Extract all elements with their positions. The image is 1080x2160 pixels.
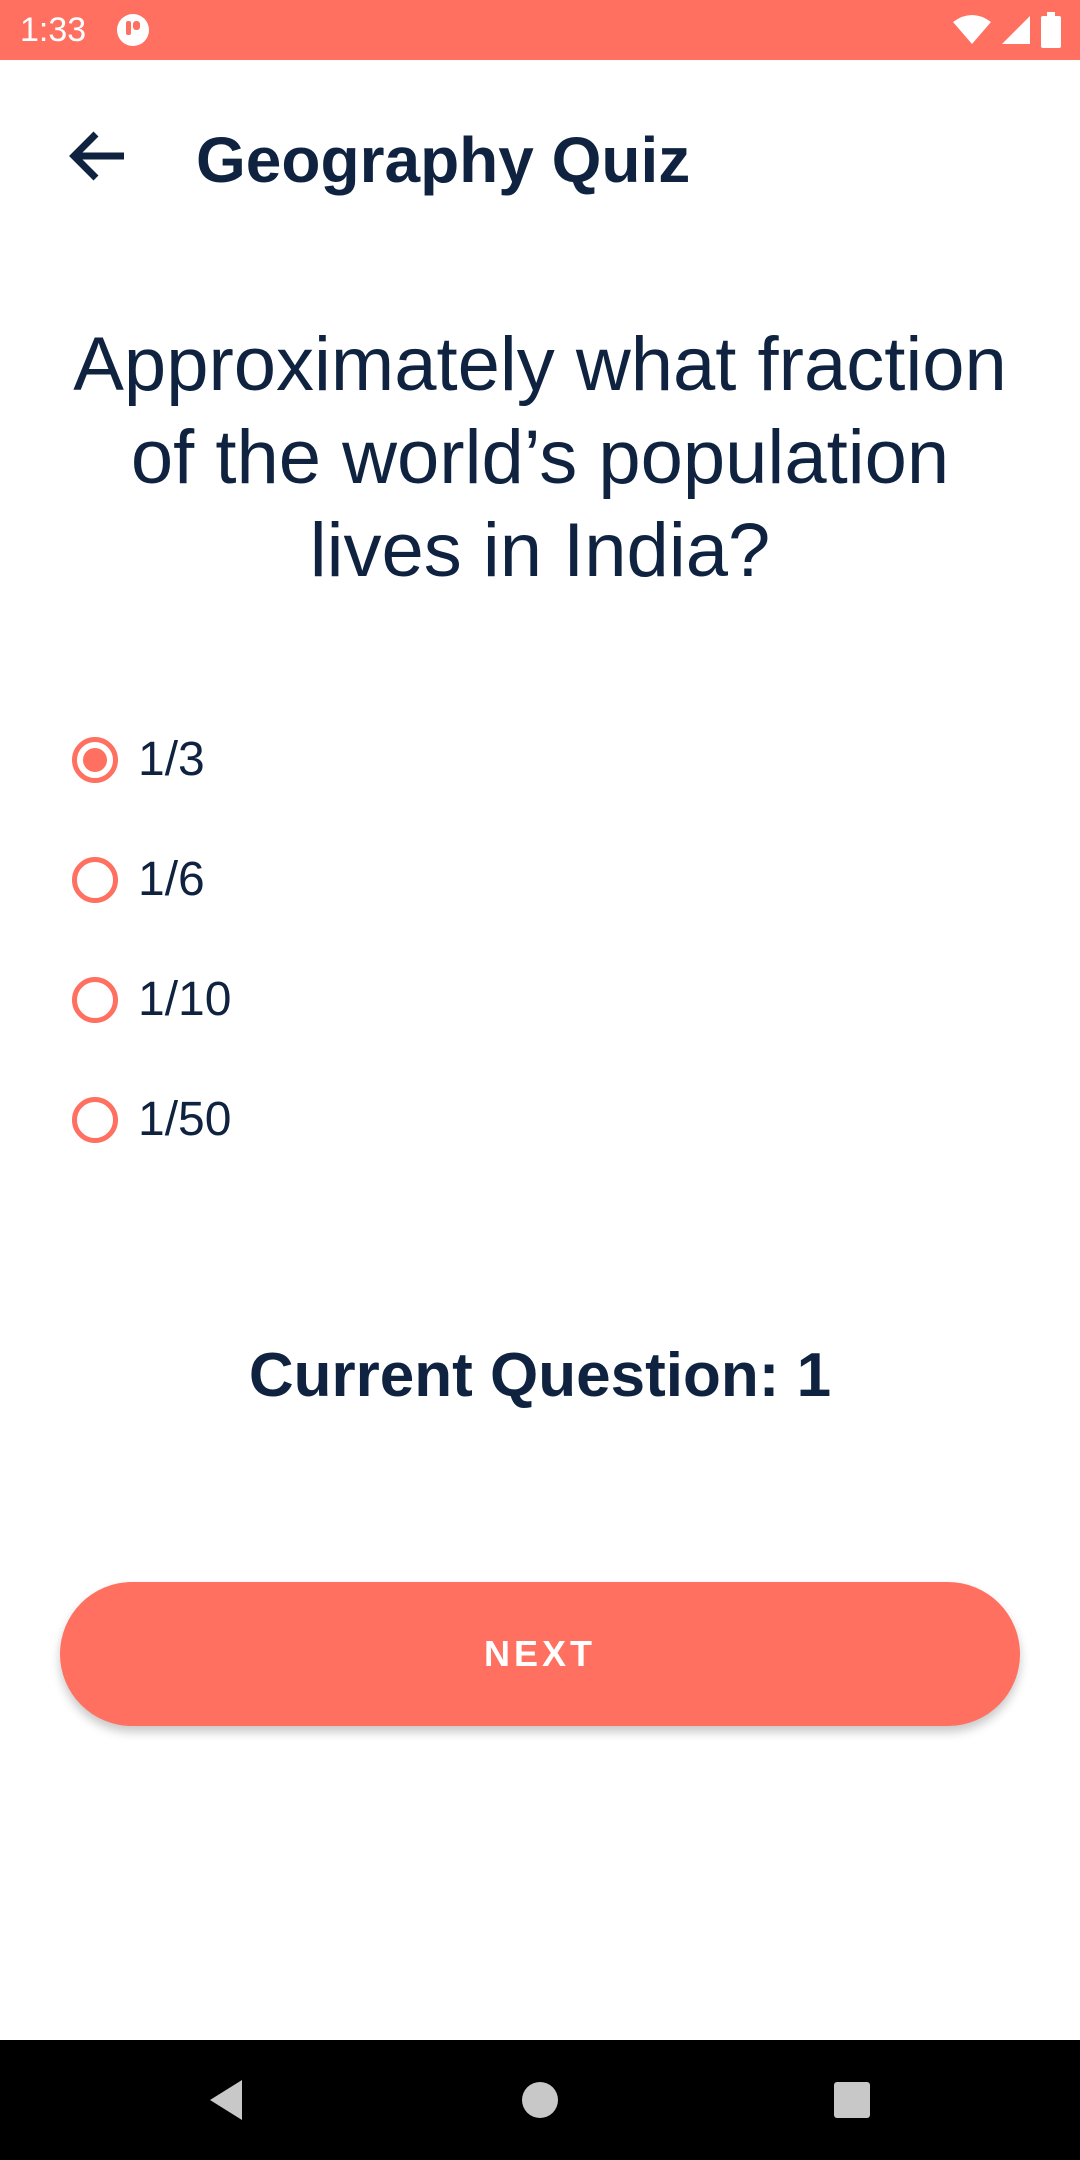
app-notification-icon xyxy=(116,13,150,47)
status-bar: 1:33 xyxy=(0,0,1080,60)
radio-button[interactable] xyxy=(72,857,118,903)
cellular-signal-icon xyxy=(992,14,1032,46)
status-icons xyxy=(944,12,1062,48)
option-label: 1/10 xyxy=(138,973,232,1026)
arrow-back-icon xyxy=(68,130,128,187)
option-label: 1/6 xyxy=(138,853,205,906)
radio-button-selected[interactable] xyxy=(72,737,118,783)
back-button[interactable] xyxy=(60,120,136,196)
status-time: 1:33 xyxy=(20,11,87,49)
option-3[interactable]: 1/10 xyxy=(72,940,772,1060)
recents-square-icon[interactable] xyxy=(812,2060,892,2140)
battery-icon xyxy=(1032,12,1062,48)
back-triangle-icon[interactable] xyxy=(186,2060,266,2140)
navigation-bar xyxy=(0,2040,1080,2160)
home-circle-icon[interactable] xyxy=(500,2060,580,2140)
question-text: Approximately what fraction of the world… xyxy=(73,322,1007,593)
option-label: 1/50 xyxy=(138,1093,232,1146)
radio-button[interactable] xyxy=(72,977,118,1023)
next-button-label: NEXT xyxy=(483,1633,596,1674)
option-1[interactable]: 1/3 xyxy=(72,700,772,820)
next-button[interactable]: NEXT xyxy=(60,1582,1020,1726)
quiz-screen: 1:33 Geography Quiz Approximately what f… xyxy=(0,0,1080,2160)
answer-options: 1/3 1/6 1/10 1/50 xyxy=(72,700,772,1180)
wifi-icon xyxy=(944,14,992,46)
radio-button[interactable] xyxy=(72,1097,118,1143)
option-2[interactable]: 1/6 xyxy=(72,820,772,940)
radio-dot xyxy=(83,748,107,772)
page-title: Geography Quiz xyxy=(196,124,691,196)
option-4[interactable]: 1/50 xyxy=(72,1060,772,1180)
option-label: 1/3 xyxy=(138,733,205,786)
current-question-label: Current Question: 1 xyxy=(248,1341,832,1410)
